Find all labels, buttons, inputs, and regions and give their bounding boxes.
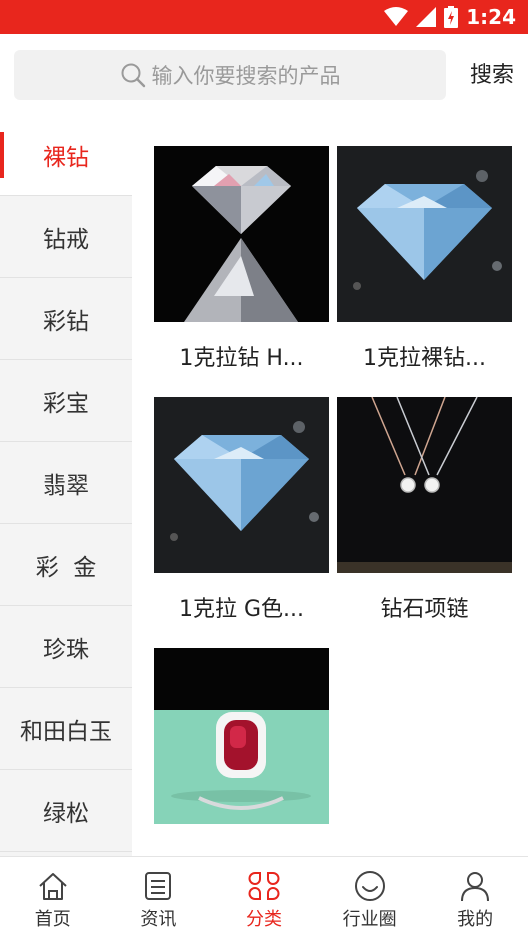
nav-label: 分类 — [245, 909, 282, 930]
sidebar-item-feicui[interactable]: 翡翠 — [0, 442, 132, 524]
product-card[interactable] — [154, 648, 329, 872]
wifi-icon — [384, 7, 409, 26]
product-card[interactable]: 1克拉 G色... — [154, 397, 329, 622]
product-name: 1克拉钻 H... — [179, 346, 304, 371]
sidebar-item-caijin[interactable]: 彩 金 — [0, 524, 132, 606]
status-bar: 1:24 — [0, 0, 528, 34]
nav-item-category[interactable]: 分类 — [211, 857, 317, 936]
nav-item-news[interactable]: 资讯 — [106, 857, 212, 936]
product-name: 钻石项链 — [380, 597, 469, 622]
search-button[interactable]: 搜索 — [470, 54, 514, 98]
search-input[interactable]: 输入你要搜索的产品 — [14, 50, 446, 100]
search-icon — [121, 63, 145, 88]
sidebar-item-luozuan[interactable]: 裸钻 — [0, 114, 132, 196]
nav-item-profile[interactable]: 我的 — [422, 857, 528, 936]
sidebar-item-lvsong[interactable]: 绿松 — [0, 770, 132, 852]
product-card[interactable]: 钻石项链 — [337, 397, 512, 622]
status-icons: 1:24 — [384, 4, 516, 30]
nav-item-home[interactable]: 首页 — [0, 857, 106, 936]
home-icon — [39, 873, 67, 900]
bottom-nav: 首页 资讯 分类 行业圈 我的 — [0, 856, 528, 936]
sidebar-item-zhenzhu[interactable]: 珍珠 — [0, 606, 132, 688]
profile-icon — [461, 872, 490, 902]
status-time: 1:24 — [466, 5, 516, 29]
product-name: 1克拉 G色... — [178, 597, 305, 622]
cell-signal-icon — [416, 7, 437, 27]
sidebar-item-caibao[interactable]: 彩宝 — [0, 360, 132, 442]
sidebar-item-caizuan[interactable]: 彩钻 — [0, 278, 132, 360]
diamond-necklace-image — [337, 397, 512, 573]
news-icon — [145, 872, 172, 900]
circle-smile-icon — [354, 871, 385, 901]
nav-label: 行业圈 — [342, 909, 397, 930]
brilliant-diamond-image — [154, 146, 329, 322]
search-area: 输入你要搜索的产品 搜索 — [0, 34, 528, 114]
battery-icon — [444, 6, 459, 28]
category-icon — [248, 872, 280, 900]
sidebar-item-zuanjie[interactable]: 钻戒 — [0, 196, 132, 278]
product-card[interactable]: 1克拉裸钻... — [337, 146, 512, 371]
nav-label: 资讯 — [140, 909, 177, 930]
nav-label: 我的 — [457, 909, 494, 930]
blue-diamond-image — [337, 146, 512, 322]
category-sidebar: 裸钻 钻戒 彩钻 彩宝 翡翠 彩 金 珍珠 和田白玉 绿松 — [0, 114, 132, 856]
ruby-ring-image — [154, 648, 329, 824]
sidebar-item-hetian[interactable]: 和田白玉 — [0, 688, 132, 770]
search-placeholder: 输入你要搜索的产品 — [151, 64, 341, 88]
product-grid: 1克拉钻 H... 1克拉裸钻... 1克拉 G色... 钻石项链 — [132, 114, 528, 856]
nav-item-industry[interactable]: 行业圈 — [317, 857, 423, 936]
product-name: 1克拉裸钻... — [363, 346, 486, 371]
product-card[interactable]: 1克拉钻 H... — [154, 146, 329, 371]
nav-label: 首页 — [34, 909, 71, 930]
blue-diamond-image — [154, 397, 329, 573]
